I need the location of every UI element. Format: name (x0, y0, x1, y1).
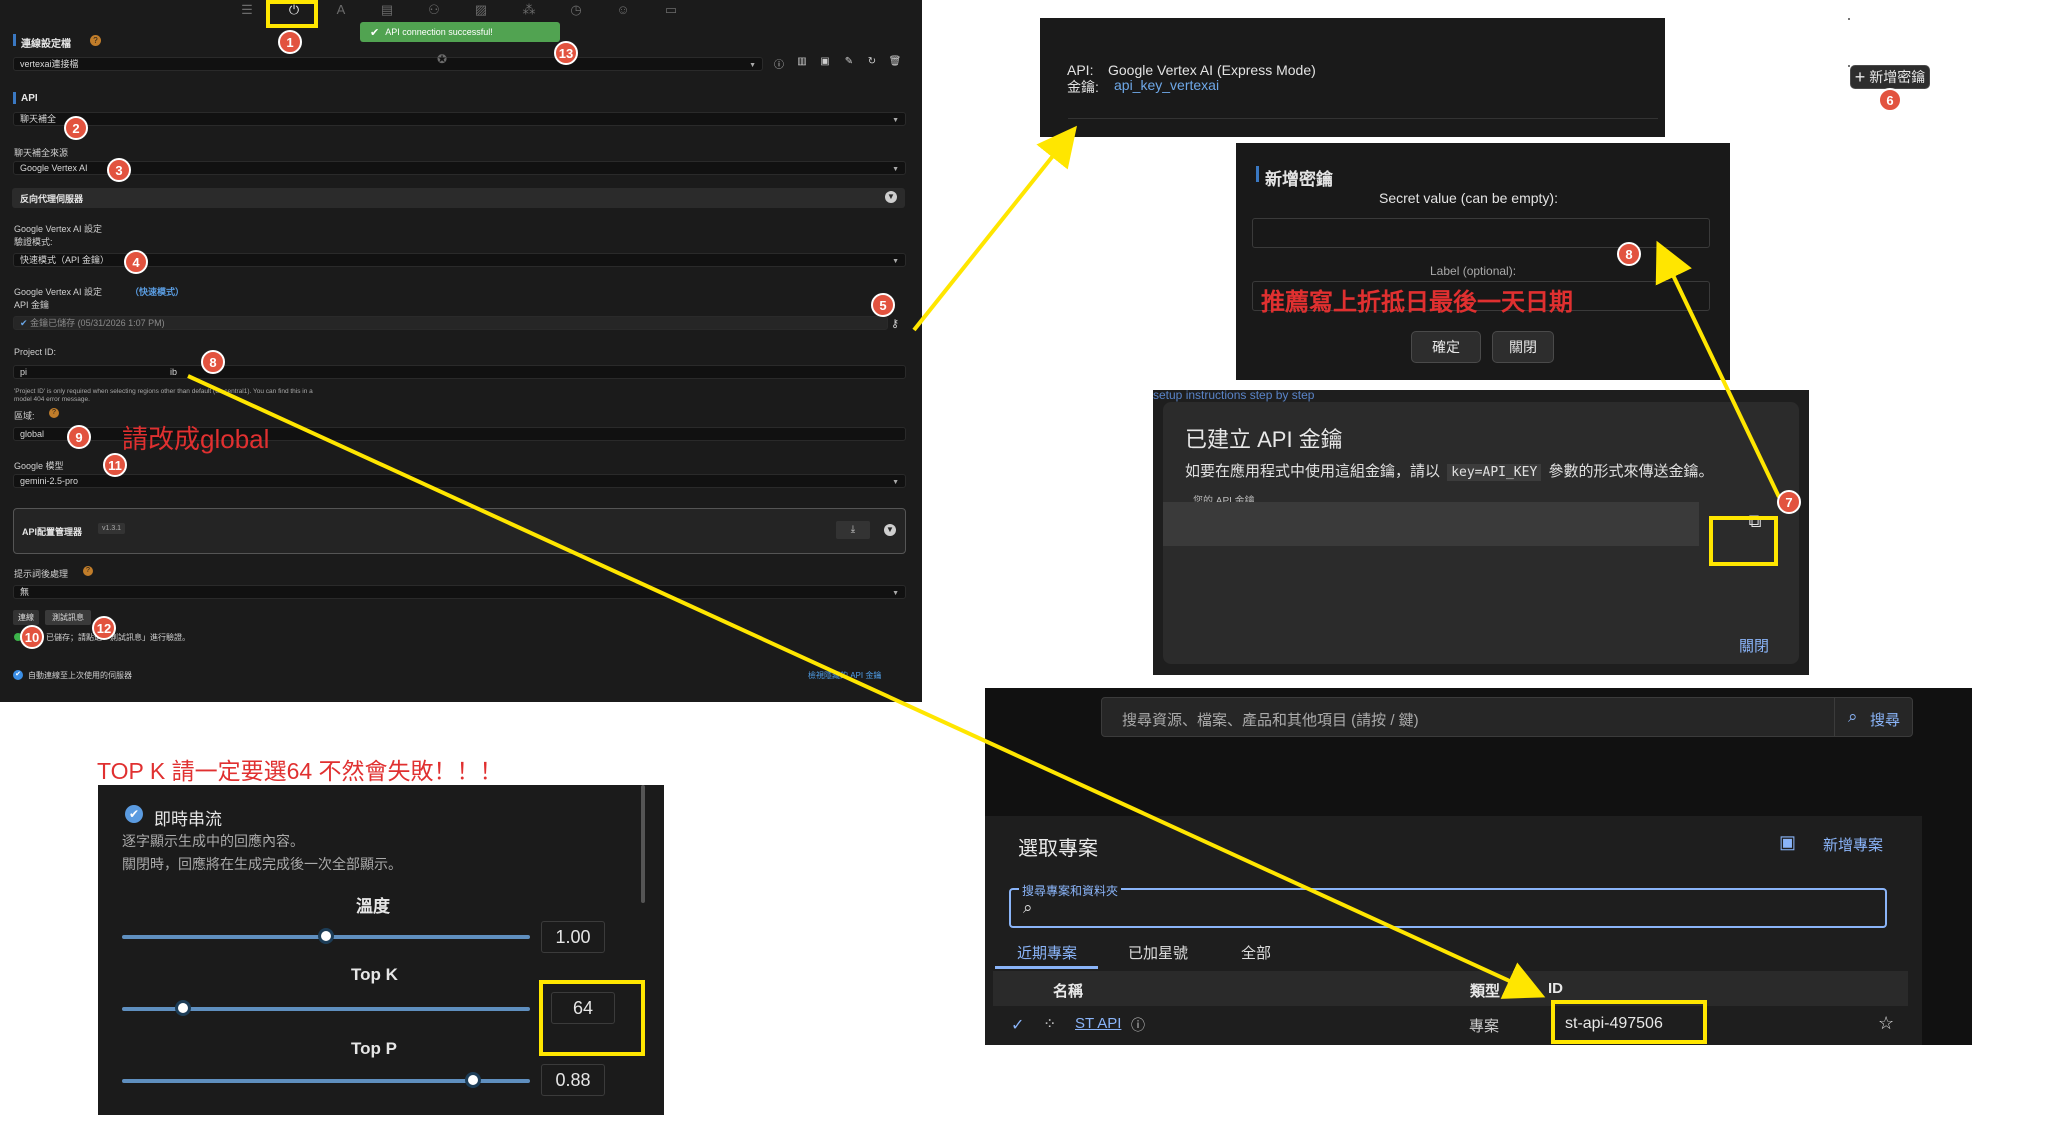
marker-10: 10 (20, 625, 44, 649)
marker-5: 5 (871, 293, 895, 317)
marker-4: 4 (124, 250, 148, 274)
marker-8b: 8 (1617, 242, 1641, 266)
marker-3: 3 (107, 158, 131, 182)
marker-12: 12 (92, 616, 116, 640)
marker-11: 11 (103, 453, 127, 477)
annotation-arrows (187, 125, 1781, 999)
marker-6: 6 (1878, 88, 1902, 112)
marker-8: 8 (201, 350, 225, 374)
marker-7: 7 (1777, 490, 1801, 514)
marker-9: 9 (67, 425, 91, 449)
marker-2: 2 (64, 116, 88, 140)
arrow-to-secret-value (1655, 240, 1781, 498)
arrow-to-project-id (187, 374, 1546, 999)
arrow-to-secrets-header (912, 125, 1077, 332)
marker-1: 1 (278, 30, 302, 54)
marker-13: 13 (554, 41, 578, 65)
